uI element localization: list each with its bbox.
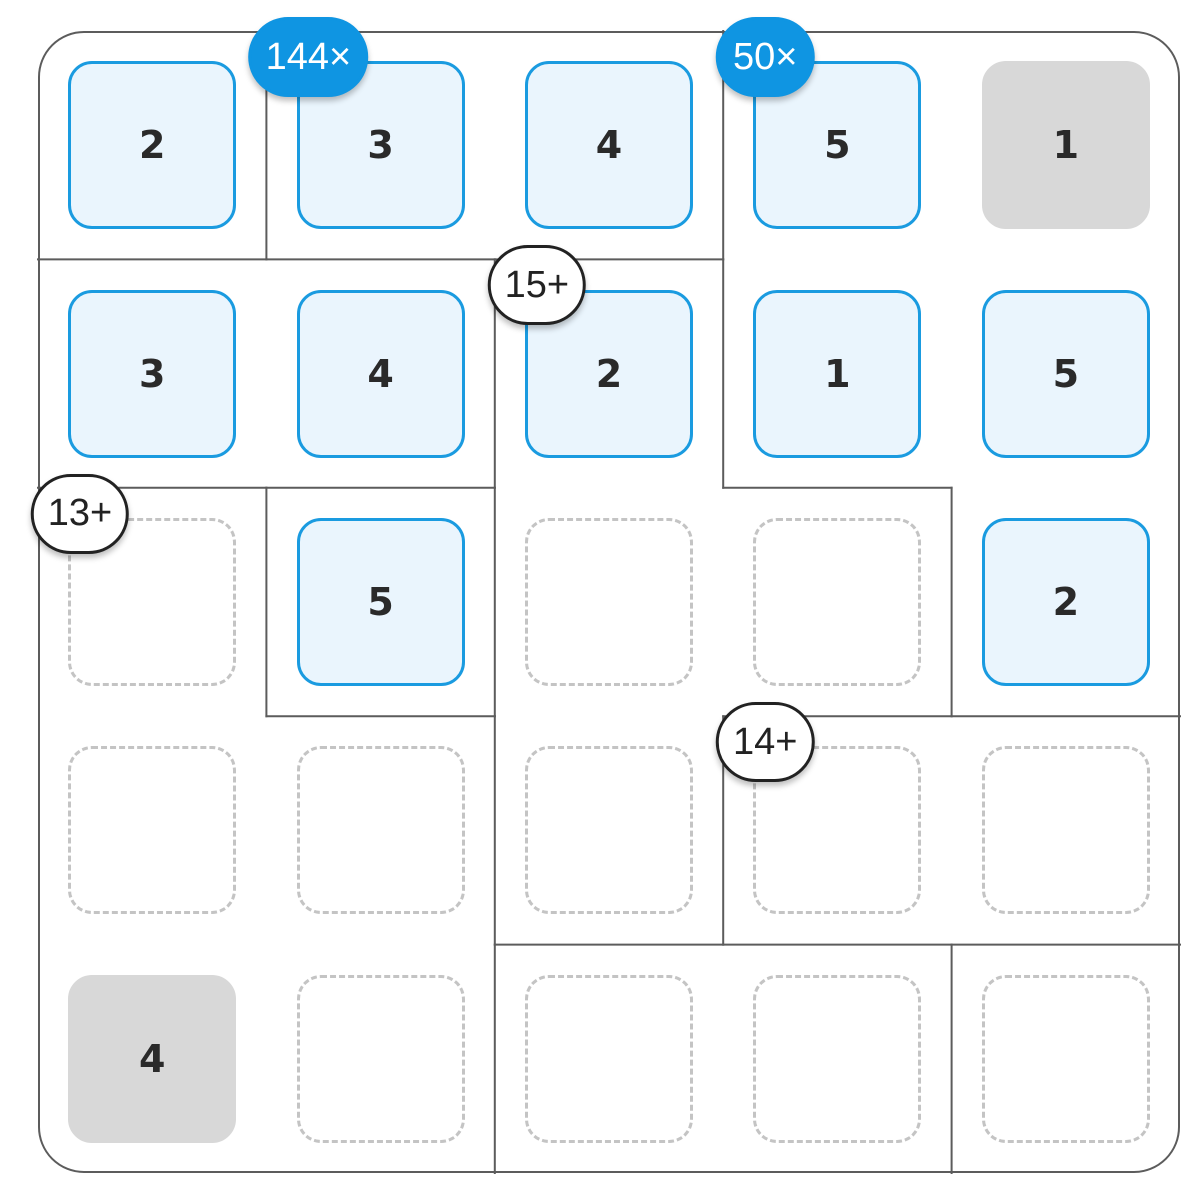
cell-r2c5[interactable]: 5 <box>981 289 1150 458</box>
cage-clue-badge: 144× <box>248 17 369 97</box>
cage-clue-badge: 14+ <box>715 702 815 783</box>
cell-r1c1[interactable]: 2 <box>68 61 237 230</box>
cell-r4c5[interactable] <box>981 746 1150 915</box>
cell-r2c1[interactable]: 3 <box>68 289 237 458</box>
cage-clue-badge: 50× <box>715 17 815 97</box>
cell-r3c3[interactable] <box>525 518 693 686</box>
cell-r2c2[interactable]: 4 <box>296 289 465 458</box>
cell-r4c1[interactable] <box>68 746 237 915</box>
cell-r5c2[interactable] <box>296 974 465 1143</box>
cell-r5c5[interactable] <box>981 974 1150 1143</box>
cell-r3c2[interactable]: 5 <box>296 518 465 686</box>
cell-r3c4[interactable] <box>753 518 922 686</box>
cell-r4c2[interactable] <box>296 746 465 915</box>
cell-r5c3[interactable] <box>525 974 693 1143</box>
cell-r3c5[interactable]: 2 <box>981 518 1150 686</box>
cell-r1c3[interactable]: 4 <box>525 61 693 230</box>
cell-r5c4[interactable] <box>753 974 922 1143</box>
cell-r2c4[interactable]: 1 <box>753 289 922 458</box>
cage-clue-badge: 15+ <box>487 245 587 326</box>
cage-clue-badge: 13+ <box>30 473 130 554</box>
cell-r5c1[interactable]: 4 <box>68 974 237 1143</box>
cell-r1c5[interactable]: 1 <box>981 61 1150 230</box>
cell-r4c3[interactable] <box>525 746 693 915</box>
